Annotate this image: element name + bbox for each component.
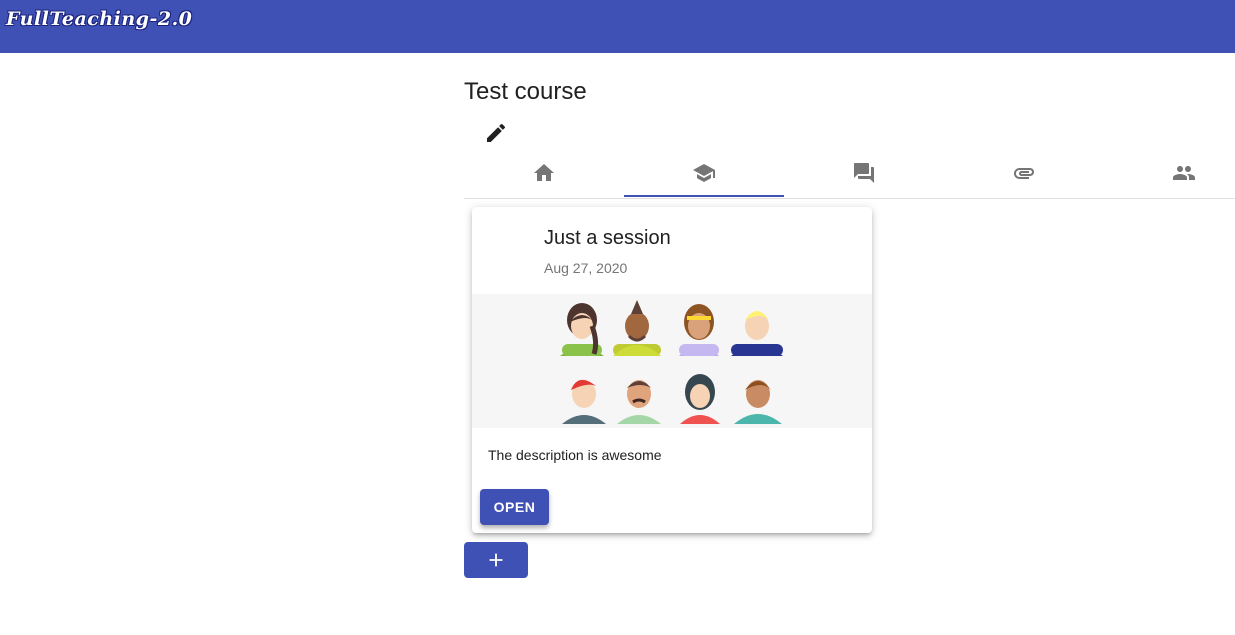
session-title: Just a session bbox=[544, 227, 671, 249]
app-logo[interactable]: FullTeaching-2.0 bbox=[6, 8, 192, 30]
avatars-illustration bbox=[560, 300, 783, 424]
home-icon bbox=[534, 163, 554, 181]
attachment-icon bbox=[1014, 167, 1034, 179]
add-session-button[interactable] bbox=[464, 542, 528, 578]
top-toolbar: FullTeaching-2.0 bbox=[0, 0, 1235, 53]
tab-attenders[interactable] bbox=[1104, 148, 1235, 197]
forum-icon bbox=[854, 162, 874, 183]
course-tabs bbox=[464, 148, 1235, 199]
session-card: Just a session Aug 27, 2020 The descript… bbox=[472, 207, 872, 533]
tab-files[interactable] bbox=[944, 148, 1104, 197]
tab-home[interactable] bbox=[464, 148, 624, 197]
session-description: The description is awesome bbox=[488, 447, 662, 463]
edit-course-button[interactable] bbox=[484, 121, 508, 145]
tab-forum[interactable] bbox=[784, 148, 944, 197]
open-session-button[interactable]: OPEN bbox=[480, 489, 549, 525]
pencil-icon bbox=[487, 123, 506, 142]
school-icon bbox=[693, 163, 715, 182]
people-icon bbox=[1173, 165, 1195, 180]
session-image bbox=[472, 294, 872, 428]
session-date: Aug 27, 2020 bbox=[544, 260, 628, 276]
add-icon bbox=[489, 553, 503, 567]
page-title: Test course bbox=[464, 78, 587, 105]
tab-sessions[interactable] bbox=[624, 148, 784, 197]
